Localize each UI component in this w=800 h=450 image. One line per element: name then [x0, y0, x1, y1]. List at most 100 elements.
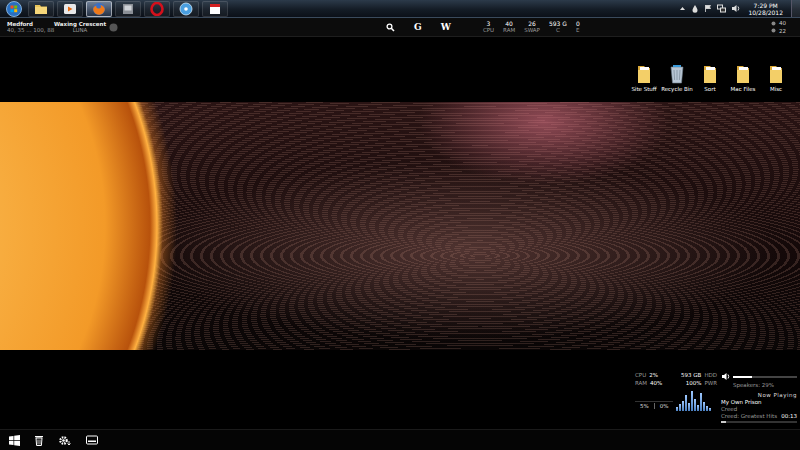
track-artist: Creed: [721, 406, 797, 413]
windows-orb-icon: [6, 1, 22, 17]
usage-value: 5%: [635, 403, 655, 410]
taskbar-button[interactable]: [57, 1, 83, 17]
speaker-icon[interactable]: [721, 372, 730, 381]
stat-item: 26 SWAP: [524, 20, 540, 34]
taskbar-button[interactable]: [115, 1, 141, 17]
stat-item: 40 RAM: [503, 20, 515, 34]
weather-detail: 40, 35 ... 100, 88: [7, 27, 54, 34]
visualizer-bar: [676, 407, 678, 411]
trash-icon[interactable]: [34, 435, 44, 446]
taskbar-button[interactable]: [202, 1, 228, 17]
desktop-screen: 7:29 PM 10/28/2012 Medford 40, 35 ... 10…: [0, 0, 800, 450]
folder-icon: [636, 64, 652, 84]
folder-icon: [735, 64, 751, 84]
folder-icon: [702, 64, 718, 84]
calendar-icon: [208, 2, 222, 16]
recycle-bin-icon: [669, 64, 685, 84]
drop-icon[interactable]: [691, 4, 699, 13]
system-stats: CPU 2% 593 GB HDDRAM 40% 100% PWR 5%0%: [635, 372, 717, 430]
folder-icon: [768, 64, 784, 84]
visualizer-bar: [694, 399, 696, 411]
moon-phase: Waxing Crescent: [54, 21, 106, 28]
desktop-icon-label: Site Stuff: [631, 86, 656, 93]
search-engine-button[interactable]: W: [441, 22, 451, 32]
network-icon[interactable]: [717, 4, 726, 13]
stat-label: SWAP: [524, 27, 540, 34]
track-album: Creed: Greatest Hits: [721, 413, 777, 420]
desktop-icon[interactable]: Mac Files: [729, 64, 757, 93]
stat-label: C: [556, 27, 560, 34]
stat-value: 0: [576, 20, 580, 27]
search-widget: GW: [386, 22, 451, 32]
visualizer-bar: [703, 402, 705, 411]
system-widget: CPU 2% 593 GB HDDRAM 40% 100% PWR 5%0% S…: [635, 372, 797, 430]
system-tray: 7:29 PM 10/28/2012: [679, 0, 800, 17]
desktop-icon[interactable]: Sort: [696, 64, 724, 93]
taskbar-button[interactable]: [144, 1, 170, 17]
weather-widget: Medford 40, 35 ... 100, 88: [4, 21, 52, 34]
desktop: Site Stuff Recycle Bin Sort Mac Files Mi…: [0, 37, 800, 429]
desktop-icon-label: Recycle Bin: [661, 86, 693, 93]
desktop-icon[interactable]: Misc: [762, 64, 790, 93]
magnifier-icon[interactable]: [386, 23, 395, 32]
start-button[interactable]: [3, 1, 25, 17]
system-row: RAM 40% 100% PWR: [635, 380, 717, 387]
system-label: CPU: [635, 372, 646, 379]
sensor-icon: [771, 28, 776, 33]
visualizer-bar: [697, 405, 699, 411]
temps-widget: 40 22: [771, 20, 786, 34]
track-progress[interactable]: [721, 421, 797, 423]
system-value: 40%: [650, 380, 662, 387]
desktop-icons: Site Stuff Recycle Bin Sort Mac Files Mi…: [630, 64, 790, 93]
disc-icon: [179, 2, 193, 16]
system-label: RAM: [635, 380, 647, 387]
visualizer-bar: [688, 403, 690, 411]
desktop-icon[interactable]: Recycle Bin: [663, 64, 691, 93]
temp-value: 22: [779, 28, 786, 35]
rainmeter-bar: Medford 40, 35 ... 100, 88 Waxing Cresce…: [0, 18, 800, 37]
launcher-bar: [0, 429, 800, 450]
visualizer-chart: [676, 389, 717, 411]
show-desktop-button[interactable]: [791, 0, 800, 17]
system-row: CPU 2% 593 GB HDD: [635, 372, 717, 379]
search-engine-button[interactable]: G: [414, 22, 422, 32]
stat-label: E: [576, 27, 579, 34]
visualizer-bar: [682, 401, 684, 411]
firefox-icon: [92, 2, 106, 16]
app-icon: [121, 2, 135, 16]
expand-arrow-icon[interactable]: [679, 5, 686, 12]
taskbar-button[interactable]: [86, 1, 112, 17]
sensor-icon: [771, 21, 776, 26]
system-side-value: 100%: [686, 380, 702, 387]
drive-icon[interactable]: [86, 435, 98, 445]
speaker-icon[interactable]: [731, 4, 740, 13]
gear-icon[interactable]: [58, 435, 72, 446]
moon-widget: Waxing Crescent LUNA: [54, 21, 118, 34]
desktop-icon[interactable]: Site Stuff: [630, 64, 658, 93]
track-title: My Own Prison: [721, 399, 797, 406]
stat-label: RAM: [503, 27, 515, 34]
taskbar-button[interactable]: [173, 1, 199, 17]
clock[interactable]: 7:29 PM 10/28/2012: [745, 2, 786, 16]
visualizer-bar: [700, 393, 702, 411]
system-side-value: 593 GB: [681, 372, 701, 379]
system-side-label: PWR: [704, 380, 717, 387]
volume-fill: [733, 376, 752, 378]
windows-icon[interactable]: [9, 435, 20, 446]
clock-time: 7:29 PM: [754, 2, 778, 9]
stat-item: 593 G C: [549, 20, 567, 34]
track-time: 00:13: [781, 413, 797, 420]
desktop-icon-label: Mac Files: [731, 86, 756, 93]
clock-date: 10/28/2012: [748, 9, 783, 16]
flag-icon[interactable]: [704, 4, 712, 13]
desktop-icon-label: Sort: [704, 86, 715, 93]
stats-widget: 3 CPU40 RAM26 SWAP593 G C0 E: [483, 20, 580, 34]
volume-control: [721, 372, 797, 381]
moon-icon: [109, 23, 118, 32]
visualizer-bar: [706, 406, 708, 411]
track-progress-fill: [721, 421, 726, 423]
moon-label: LUNA: [73, 27, 88, 34]
taskbar-button[interactable]: [28, 1, 54, 17]
volume-slider[interactable]: [733, 376, 797, 378]
volume-label: Speakers: 29%: [721, 382, 797, 389]
